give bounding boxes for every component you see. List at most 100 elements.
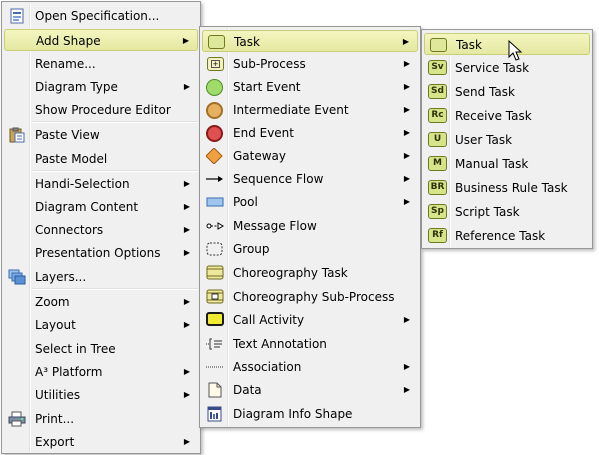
menu-item-zoom[interactable]: Zoom ▶ bbox=[4, 291, 198, 313]
menu-item-diagram-type[interactable]: Diagram Type ▶ bbox=[4, 76, 198, 98]
task-icon bbox=[207, 34, 225, 50]
shape-item-sequence-flow[interactable]: Sequence Flow ▶ bbox=[202, 168, 418, 190]
submenu-arrow-icon: ▶ bbox=[183, 202, 190, 211]
intermediate-event-icon bbox=[206, 102, 224, 119]
menu-item-layout[interactable]: Layout ▶ bbox=[4, 314, 198, 336]
shape-item-pool[interactable]: Pool ▶ bbox=[202, 191, 418, 213]
receive-task-icon: Rc bbox=[428, 108, 447, 124]
menu-separator bbox=[32, 121, 198, 123]
menu-item-label: Paste View bbox=[35, 128, 100, 142]
shape-item-end-event[interactable]: End Event ▶ bbox=[202, 122, 418, 144]
menu-item-label: Data bbox=[233, 383, 262, 397]
menu-item-diagram-content[interactable]: Diagram Content ▶ bbox=[4, 196, 198, 218]
start-event-icon bbox=[206, 79, 224, 96]
menu-item-label: Group bbox=[233, 242, 270, 256]
task-item-task[interactable]: Task bbox=[424, 33, 590, 55]
task-item-script-task[interactable]: Sp Script Task bbox=[424, 201, 590, 223]
menu-separator bbox=[32, 288, 198, 290]
submenu-arrow-icon: ▶ bbox=[183, 179, 190, 188]
menu-item-open-specification[interactable]: Open Specification... bbox=[4, 5, 198, 27]
add-shape-submenu: Task ▶ + Sub-Process ▶ Start Event ▶ Int… bbox=[199, 26, 421, 428]
task-item-business-rule-task[interactable]: BR Business Rule Task bbox=[424, 177, 590, 199]
message-flow-icon bbox=[206, 218, 224, 234]
submenu-arrow-icon: ▶ bbox=[183, 390, 190, 399]
submenu-arrow-icon: ▶ bbox=[403, 105, 410, 114]
menu-item-label: Open Specification... bbox=[35, 9, 160, 23]
menu-item-add-shape[interactable]: Add Shape ▶ bbox=[4, 29, 198, 51]
menu-item-select-in-tree[interactable]: Select in Tree bbox=[4, 338, 198, 360]
menu-item-label: Select in Tree bbox=[35, 342, 116, 356]
menu-item-label: A³ Platform bbox=[35, 365, 103, 379]
menu-item-utilities[interactable]: Utilities ▶ bbox=[4, 384, 198, 406]
menu-item-label: User Task bbox=[455, 133, 513, 147]
menu-item-paste-view[interactable]: Paste View bbox=[4, 124, 198, 146]
shape-item-choreography-sub-process[interactable]: Choreography Sub-Process bbox=[202, 286, 418, 308]
task-icon bbox=[429, 37, 447, 53]
send-task-icon: Sd bbox=[428, 84, 447, 100]
menu-item-label: Start Event bbox=[233, 80, 301, 94]
shape-item-task[interactable]: Task ▶ bbox=[202, 30, 418, 52]
submenu-arrow-icon: ▶ bbox=[403, 151, 410, 160]
task-item-send-task[interactable]: Sd Send Task bbox=[424, 81, 590, 103]
menu-item-label: Layout bbox=[35, 318, 76, 332]
pool-icon bbox=[206, 194, 224, 210]
shape-item-message-flow[interactable]: Message Flow bbox=[202, 215, 418, 237]
submenu-arrow-icon: ▶ bbox=[183, 367, 190, 376]
user-task-icon: U bbox=[428, 132, 447, 148]
shape-item-association[interactable]: Association ▶ bbox=[202, 356, 418, 378]
menu-item-label: Paste Model bbox=[35, 152, 108, 166]
menu-item-label: Manual Task bbox=[455, 157, 529, 171]
sub-process-icon: + bbox=[206, 56, 224, 72]
menu-item-export[interactable]: Export ▶ bbox=[4, 431, 198, 453]
menu-item-label: Receive Task bbox=[455, 109, 532, 123]
menu-item-label: Add Shape bbox=[36, 34, 101, 48]
menu-item-show-procedure-editor[interactable]: Show Procedure Editor bbox=[4, 99, 198, 121]
task-item-user-task[interactable]: U User Task bbox=[424, 129, 590, 151]
clipboard-icon bbox=[8, 127, 26, 143]
submenu-arrow-icon: ▶ bbox=[402, 37, 409, 46]
reference-task-icon: Rf bbox=[428, 228, 447, 244]
menu-item-rename[interactable]: Rename... bbox=[4, 53, 198, 75]
menu-item-a3-platform[interactable]: A³ Platform ▶ bbox=[4, 361, 198, 383]
manual-task-icon: M bbox=[428, 156, 447, 172]
menu-item-label: Choreography Sub-Process bbox=[233, 290, 395, 304]
task-item-service-task[interactable]: Sv Service Task bbox=[424, 57, 590, 79]
shape-item-start-event[interactable]: Start Event ▶ bbox=[202, 76, 418, 98]
submenu-arrow-icon: ▶ bbox=[403, 174, 410, 183]
gateway-icon bbox=[205, 147, 224, 165]
sequence-flow-icon bbox=[206, 171, 224, 187]
submenu-arrow-icon: ▶ bbox=[183, 248, 190, 257]
menu-item-layers[interactable]: Layers... bbox=[4, 266, 198, 288]
menu-item-connectors[interactable]: Connectors ▶ bbox=[4, 219, 198, 241]
shape-item-diagram-info-shape[interactable]: Diagram Info Shape bbox=[202, 403, 418, 425]
menu-item-label: Handi-Selection bbox=[35, 177, 130, 191]
menu-item-paste-model[interactable]: Paste Model bbox=[4, 148, 198, 170]
menu-item-label: Sub-Process bbox=[233, 57, 306, 71]
shape-item-text-annotation[interactable]: Text Annotation bbox=[202, 333, 418, 355]
menu-item-label: Connectors bbox=[35, 223, 104, 237]
task-item-reference-task[interactable]: Rf Reference Task bbox=[424, 225, 590, 247]
submenu-arrow-icon: ▶ bbox=[403, 82, 410, 91]
menu-item-handi-selection[interactable]: Handi-Selection ▶ bbox=[4, 173, 198, 195]
choreography-task-icon bbox=[206, 265, 224, 281]
submenu-arrow-icon: ▶ bbox=[183, 437, 190, 446]
submenu-arrow-icon: ▶ bbox=[183, 225, 190, 234]
menu-item-print[interactable]: Print... bbox=[4, 408, 198, 430]
shape-item-gateway[interactable]: Gateway ▶ bbox=[202, 145, 418, 167]
submenu-arrow-icon: ▶ bbox=[183, 82, 190, 91]
shape-item-group[interactable]: Group bbox=[202, 238, 418, 260]
shape-item-choreography-task[interactable]: Choreography Task bbox=[202, 262, 418, 284]
shape-item-call-activity[interactable]: Call Activity ▶ bbox=[202, 309, 418, 331]
shape-item-sub-process[interactable]: + Sub-Process ▶ bbox=[202, 53, 418, 75]
menu-item-label: Pool bbox=[233, 195, 258, 209]
task-submenu: Task Sv Service Task Sd Send Task Rc Rec… bbox=[421, 29, 593, 249]
menu-item-label: Show Procedure Editor bbox=[35, 103, 171, 117]
submenu-arrow-icon: ▶ bbox=[403, 197, 410, 206]
shape-item-data[interactable]: Data ▶ bbox=[202, 379, 418, 401]
task-item-receive-task[interactable]: Rc Receive Task bbox=[424, 105, 590, 127]
shape-item-intermediate-event[interactable]: Intermediate Event ▶ bbox=[202, 99, 418, 121]
menu-item-presentation-options[interactable]: Presentation Options ▶ bbox=[4, 242, 198, 264]
submenu-arrow-icon: ▶ bbox=[403, 59, 410, 68]
task-item-manual-task[interactable]: M Manual Task bbox=[424, 153, 590, 175]
menu-item-label: Association bbox=[233, 360, 302, 374]
